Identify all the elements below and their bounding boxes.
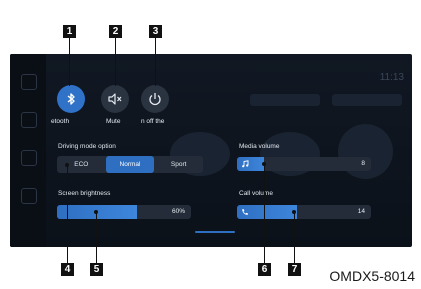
home-icon xyxy=(21,74,37,90)
callout-1: 1 xyxy=(63,25,76,38)
callout-5-dot xyxy=(94,210,98,214)
call-volume-slider[interactable]: 14 xyxy=(237,205,371,219)
media-volume-slider[interactable]: 8 xyxy=(237,157,371,171)
callout-7-leader xyxy=(294,212,295,263)
callout-3-leader xyxy=(155,38,156,86)
callout-4-dot xyxy=(65,163,69,167)
bluetooth-button[interactable] xyxy=(57,85,85,113)
bluetooth-label: etooth xyxy=(51,118,70,125)
callout-1-leader xyxy=(69,38,70,86)
callout-6: 6 xyxy=(258,263,271,276)
mute-label: Mute xyxy=(106,118,121,125)
callout-5-leader xyxy=(96,212,97,263)
page-indicator xyxy=(195,231,235,233)
dim-widget xyxy=(332,94,402,106)
brightness-title: Screen brightness xyxy=(58,190,111,197)
mute-icon xyxy=(108,93,122,105)
status-time: 11:13 xyxy=(379,72,404,83)
callout-5: 5 xyxy=(90,263,103,276)
callout-2: 2 xyxy=(109,25,122,38)
media-volume-value: 8 xyxy=(361,160,365,167)
phone-icon xyxy=(242,209,248,215)
music-note-icon xyxy=(242,160,249,168)
figure-code: OMDX5-8014 xyxy=(329,268,415,284)
brightness-slider[interactable]: 60% xyxy=(57,205,191,219)
callout-4-leader xyxy=(67,165,68,263)
media-volume-title: Media volume xyxy=(239,143,280,150)
driving-mode-selector: ECO Normal Sport xyxy=(57,156,203,173)
bluetooth-icon xyxy=(67,93,75,105)
left-rail xyxy=(10,54,46,247)
callout-3: 3 xyxy=(149,25,162,38)
mute-button[interactable] xyxy=(101,85,129,113)
navigation-icon xyxy=(21,112,37,128)
dim-widget xyxy=(250,94,320,106)
driving-mode-title: Driving mode option xyxy=(58,143,116,150)
power-button[interactable] xyxy=(141,85,169,113)
call-volume-value: 14 xyxy=(357,208,365,215)
mode-option-sport[interactable]: Sport xyxy=(154,156,203,173)
brightness-value: 60% xyxy=(171,208,185,215)
power-label: n off the xyxy=(141,118,165,125)
power-icon xyxy=(149,93,161,106)
callout-2-leader xyxy=(115,38,116,86)
callout-7: 7 xyxy=(288,263,301,276)
mode-option-normal[interactable]: Normal xyxy=(105,156,155,173)
callout-7-dot xyxy=(292,210,296,214)
callout-6-dot xyxy=(262,162,266,166)
settings-icon xyxy=(21,150,37,166)
apps-icon xyxy=(21,188,37,204)
callout-4: 4 xyxy=(61,263,74,276)
call-volume-title: Call volume xyxy=(239,190,273,197)
callout-6-leader xyxy=(264,164,265,263)
